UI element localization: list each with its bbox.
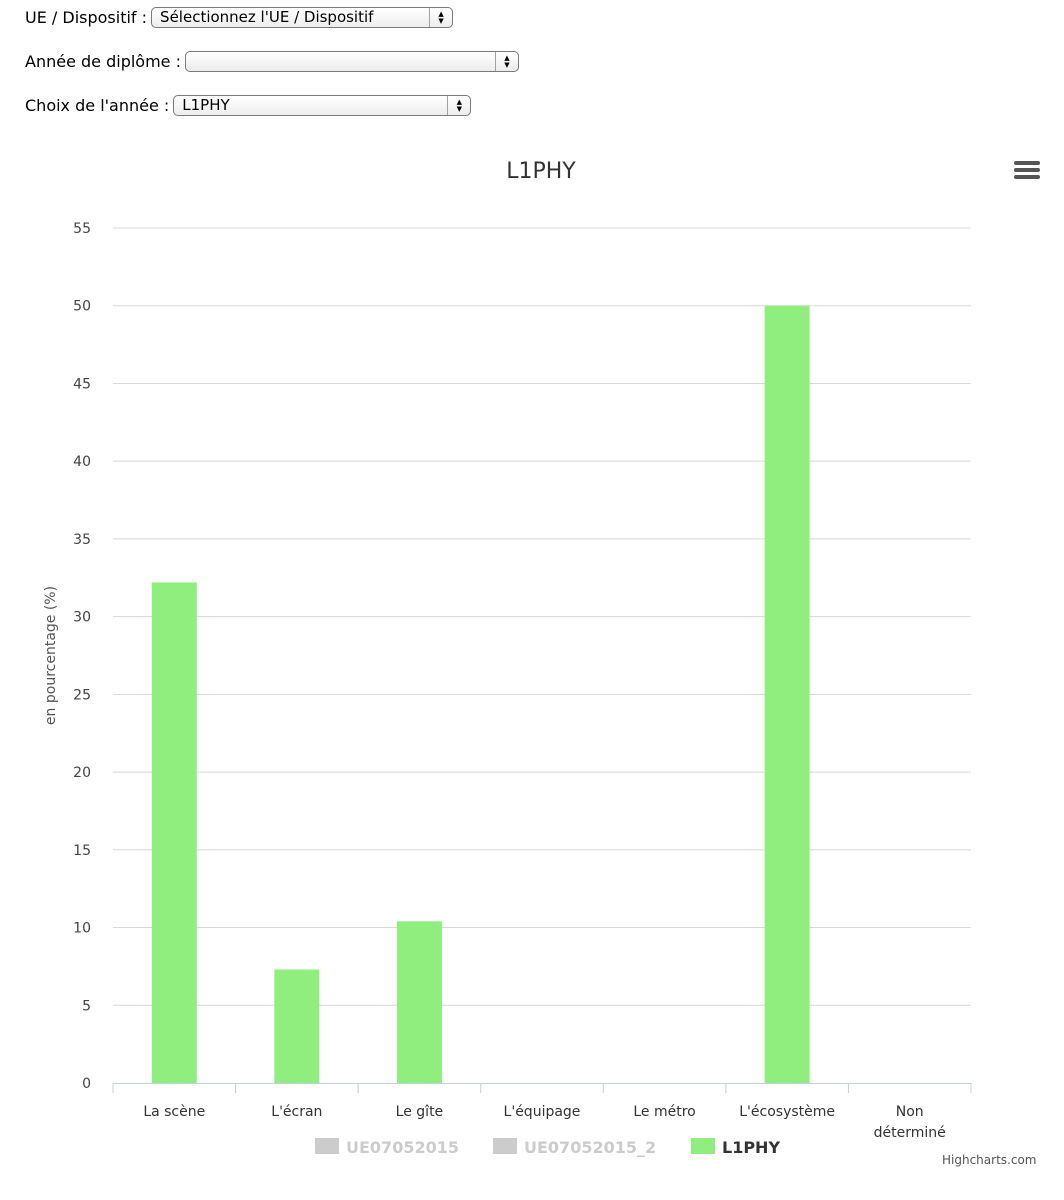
hamburger-menu-icon[interactable] bbox=[1012, 158, 1042, 184]
x-tick-label: La scène bbox=[143, 1104, 205, 1120]
x-tick-label: L'écosystème bbox=[739, 1104, 835, 1120]
chart-title: L1PHY bbox=[506, 159, 576, 184]
highcharts-credits-link[interactable]: Highcharts.com bbox=[942, 1153, 1036, 1167]
x-tick-label: L'écran bbox=[271, 1104, 322, 1120]
y-tick-label: 40 bbox=[73, 454, 91, 470]
y-tick-label: 45 bbox=[73, 376, 91, 392]
bar-L1PHY[interactable] bbox=[396, 921, 442, 1083]
select-arrows-icon: ▲ ▼ bbox=[447, 96, 470, 115]
legend-item[interactable]: UE07052015_2 bbox=[524, 1138, 656, 1157]
x-tick-label: déterminé bbox=[874, 1125, 946, 1141]
annee-diplome-label: Année de diplôme : bbox=[25, 52, 181, 71]
select-arrows-icon: ▲ ▼ bbox=[429, 8, 452, 27]
select-arrows-icon: ▲ ▼ bbox=[494, 52, 518, 71]
ue-dispositif-selected-value: Sélectionnez l'UE / Dispositif bbox=[160, 8, 374, 26]
y-tick-label: 25 bbox=[73, 687, 91, 703]
y-tick-label: 50 bbox=[73, 299, 91, 315]
choix-annee-selected-value: L1PHY bbox=[182, 96, 230, 114]
y-tick-label: 10 bbox=[73, 921, 91, 937]
y-tick-label: 55 bbox=[73, 221, 91, 237]
y-tick-label: 0 bbox=[82, 1076, 91, 1092]
legend-swatch[interactable] bbox=[691, 1138, 715, 1154]
legend-swatch[interactable] bbox=[493, 1138, 517, 1154]
choix-annee-row: Choix de l'année : L1PHY ▲ ▼ bbox=[25, 95, 472, 116]
y-axis-title: en pourcentage (%) bbox=[43, 586, 59, 725]
ue-dispositif-label: UE / Dispositif : bbox=[25, 8, 148, 27]
legend-item[interactable]: L1PHY bbox=[722, 1138, 780, 1157]
choix-annee-select[interactable]: L1PHY ▲ ▼ bbox=[173, 95, 472, 116]
x-tick-label: Le métro bbox=[633, 1104, 695, 1120]
legend-item[interactable]: UE07052015 bbox=[346, 1138, 459, 1157]
y-tick-label: 20 bbox=[73, 765, 91, 781]
x-tick-label: L'équipage bbox=[504, 1104, 581, 1120]
x-tick-label: Non bbox=[896, 1104, 924, 1120]
bar-chart: L1PHY 0 5 10 15 20 25 30 35 40 45 50 55 en pourcentag… bbox=[43, 159, 972, 1157]
y-tick-label: 30 bbox=[73, 610, 91, 626]
x-tick-label: Le gîte bbox=[396, 1104, 444, 1120]
legend-swatch[interactable] bbox=[315, 1138, 339, 1154]
y-tick-label: 15 bbox=[73, 843, 91, 859]
annee-diplome-row: Année de diplôme : ▲ ▼ bbox=[25, 51, 519, 72]
bar-L1PHY[interactable] bbox=[764, 305, 810, 1083]
bar-L1PHY[interactable] bbox=[151, 582, 197, 1083]
choix-annee-label: Choix de l'année : bbox=[25, 96, 170, 115]
ue-dispositif-row: UE / Dispositif : Sélectionnez l'UE / Di… bbox=[25, 7, 454, 28]
y-tick-label: 35 bbox=[73, 532, 91, 548]
annee-diplome-select[interactable]: ▲ ▼ bbox=[184, 51, 519, 72]
y-tick-label: 5 bbox=[82, 998, 91, 1014]
bar-L1PHY[interactable] bbox=[274, 969, 320, 1083]
ue-dispositif-select[interactable]: Sélectionnez l'UE / Dispositif ▲ ▼ bbox=[151, 7, 454, 28]
